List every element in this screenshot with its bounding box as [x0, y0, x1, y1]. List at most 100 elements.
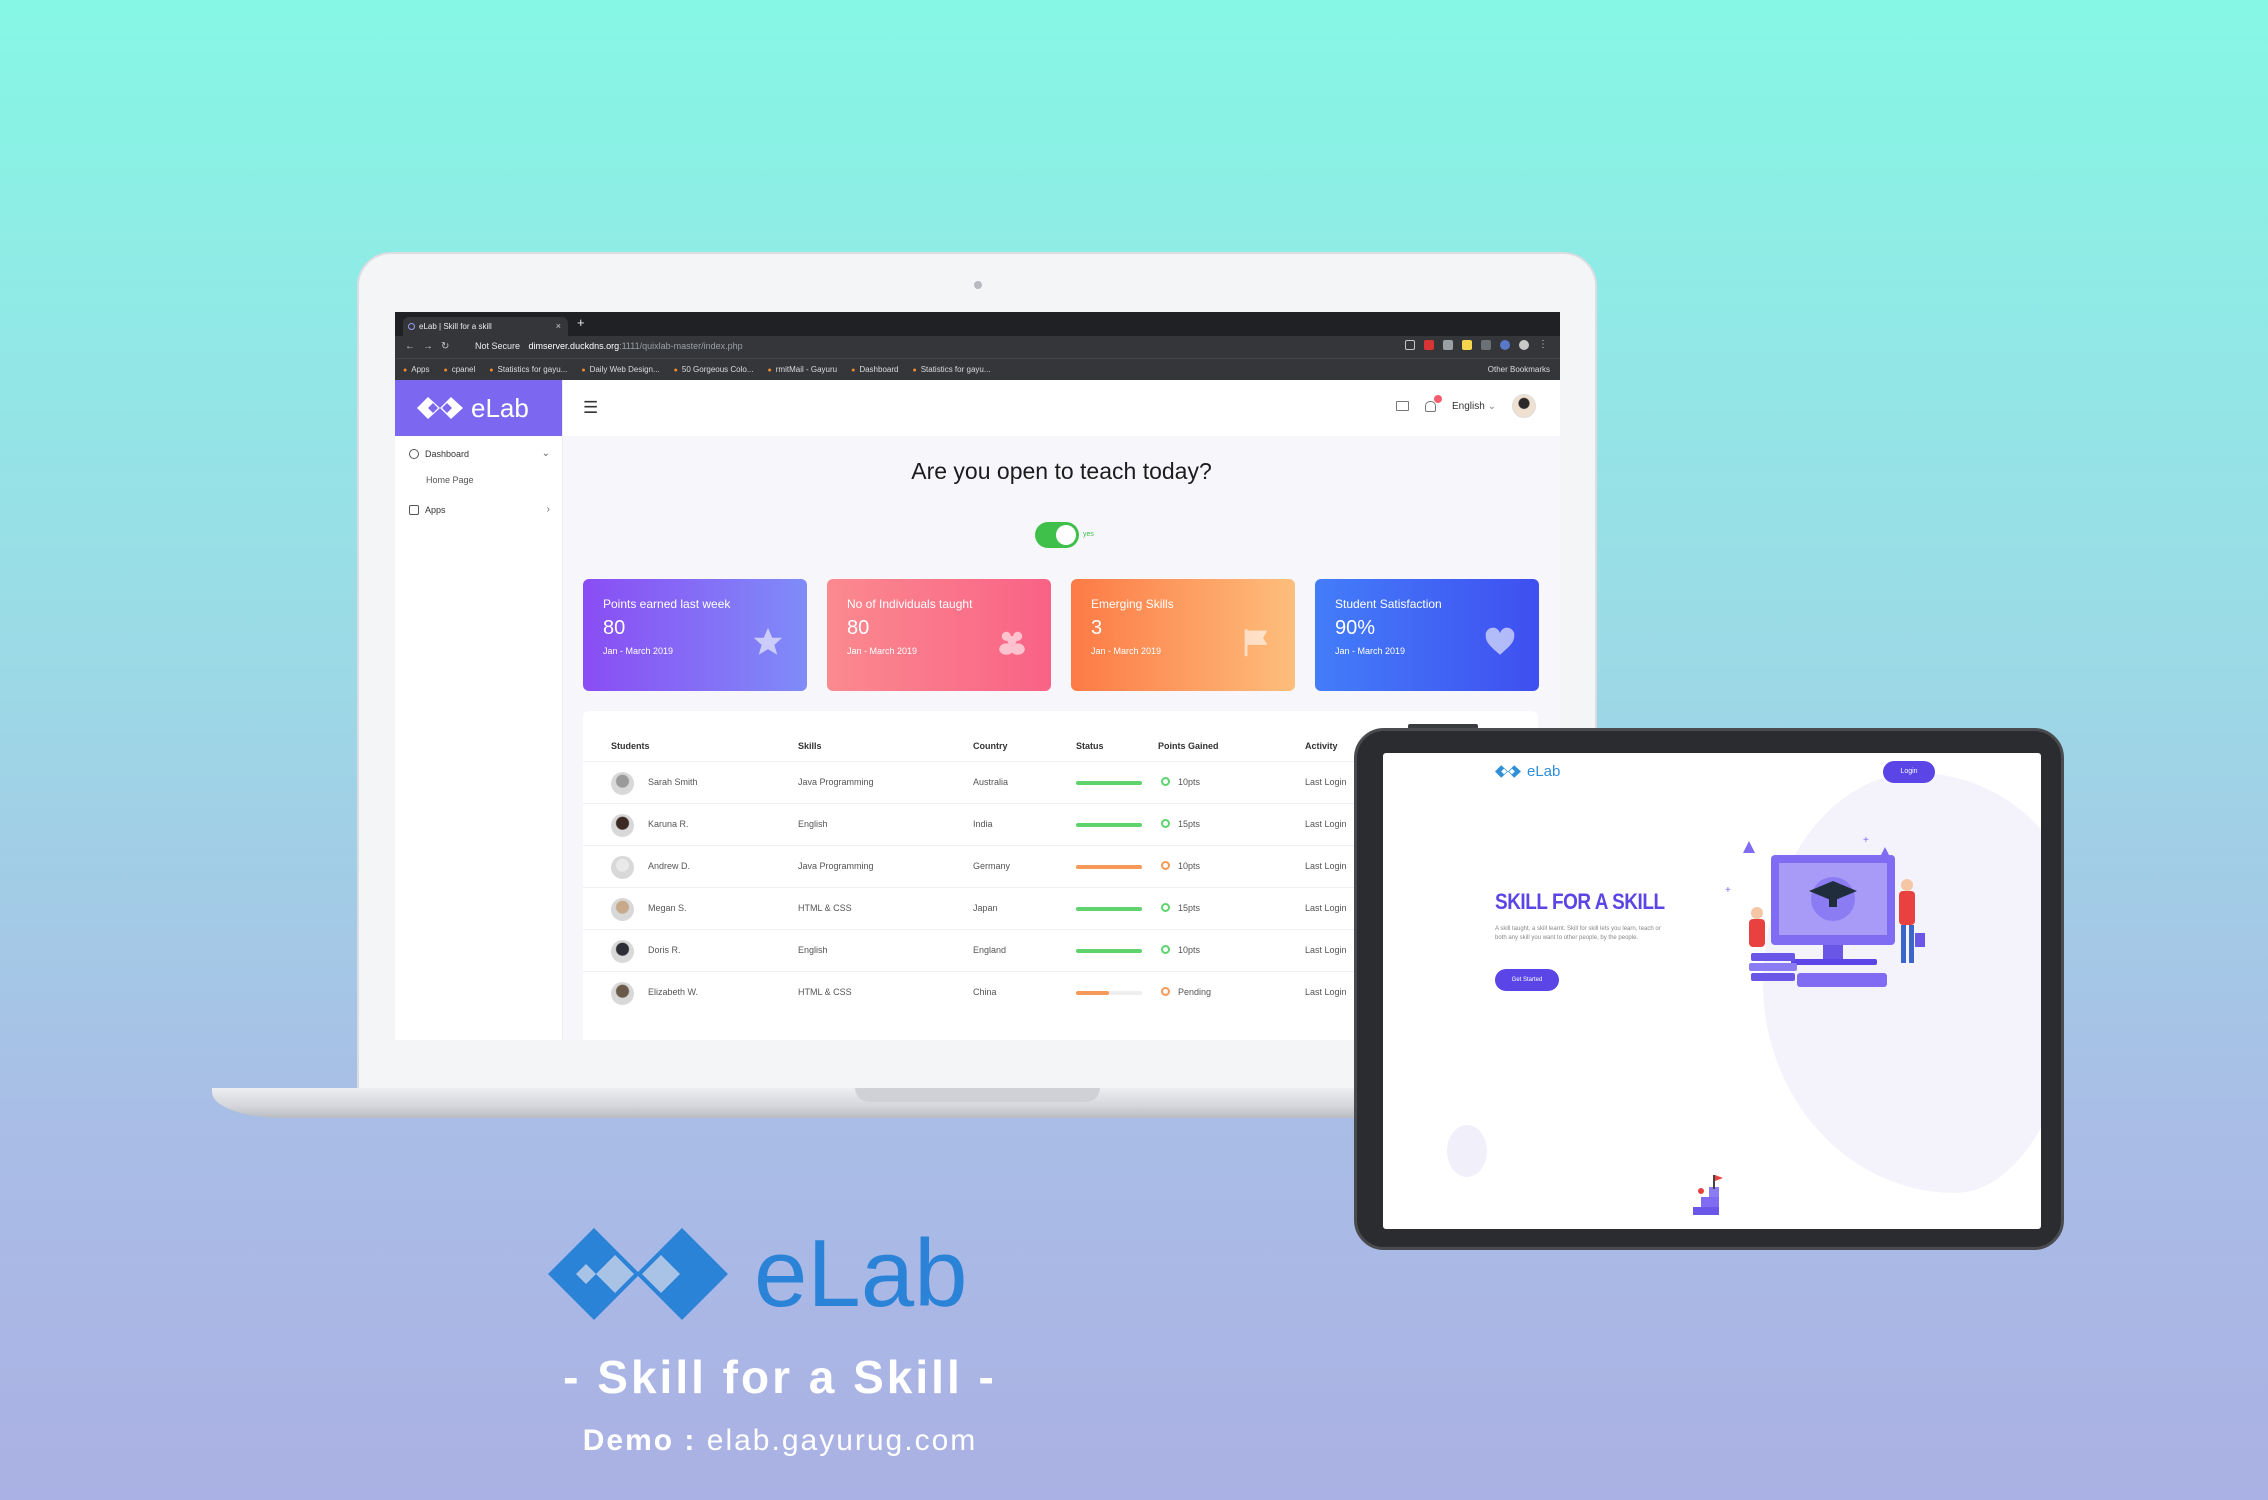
tab-title: eLab | Skill for a skill [419, 322, 492, 331]
extension-grey-icon[interactable] [1443, 340, 1453, 350]
toggle-label: yes [1083, 531, 1094, 538]
laptop-notch [855, 1088, 1100, 1102]
points-status-icon [1161, 987, 1170, 996]
login-button[interactable]: Login [1883, 761, 1935, 783]
table-header[interactable]: Skills [798, 741, 822, 751]
other-bookmarks[interactable]: Other Bookmarks [1488, 365, 1550, 374]
chevron-down-icon: ⌄ [541, 448, 550, 459]
sidebar: eLab Dashboard ⌄ Home Page Apps › [395, 380, 563, 1040]
demo-url[interactable]: elab.gayurug.com [707, 1424, 977, 1457]
footer-tagline: - Skill for a Skill - [563, 1351, 997, 1403]
table-header[interactable]: Country [973, 741, 1008, 751]
elab-large-logo-icon [548, 1228, 728, 1320]
student-avatar [611, 772, 634, 795]
tablet-frame: eLab Login SKILL FOR A SKILL A skill tau… [1354, 728, 2064, 1250]
skill-cell: English [798, 819, 828, 829]
table-header[interactable]: Status [1076, 741, 1104, 751]
notification-bell-icon[interactable] [1425, 394, 1443, 412]
browser-menu-icon[interactable]: ⋮ [1538, 340, 1548, 350]
points-cell: 10pts [1178, 861, 1201, 871]
bookmark-item[interactable]: 50 Gorgeous Colo... [674, 365, 754, 374]
chevron-right-icon: › [546, 504, 550, 515]
url-field[interactable]: Not Secure dimserver.duckdns.org:1111/qu… [475, 341, 743, 351]
table-header[interactable]: Points Gained [1158, 741, 1219, 751]
student-name: Megan S. [648, 903, 687, 913]
table-header[interactable]: Activity [1305, 741, 1338, 751]
activity-cell: Last Login [1305, 987, 1347, 997]
profile-icon[interactable] [1519, 340, 1529, 350]
stat-card[interactable]: Points earned last week 80 Jan - March 201… [583, 579, 807, 691]
points-cell: 10pts [1178, 945, 1201, 955]
bookmark-item[interactable]: Daily Web Design... [581, 365, 660, 374]
new-tab-button[interactable]: + [577, 315, 585, 330]
stat-card[interactable]: Student Satisfaction 90% Jan - March 2019 [1315, 579, 1539, 691]
stat-cards: Points earned last week 80 Jan - March 201… [583, 579, 1539, 691]
bookmark-item[interactable]: Apps [403, 365, 429, 374]
stat-card[interactable]: No of Individuals taught 80 Jan - March 20… [827, 579, 1051, 691]
bookmark-star-icon[interactable] [1405, 340, 1415, 350]
stairs-flag-illustration [1693, 1175, 1723, 1215]
activity-cell: Last Login [1305, 903, 1347, 913]
bookmark-item[interactable]: cpanel [443, 365, 476, 374]
card-title: Student Satisfaction [1335, 597, 1442, 611]
extension-mail-icon[interactable] [1481, 340, 1491, 350]
sidebar-subitem-home[interactable]: Home Page [395, 468, 562, 492]
skill-cell: HTML & CSS [798, 903, 852, 913]
student-avatar [611, 982, 634, 1005]
country-cell: China [973, 987, 997, 997]
student-name: Sarah Smith [648, 777, 698, 787]
mail-icon[interactable] [1396, 401, 1410, 411]
chevron-down-icon: ⌄ [1487, 400, 1496, 412]
sidebar-item-apps[interactable]: Apps › [395, 496, 562, 524]
education-illustration: + + [1725, 835, 1925, 987]
footer-wordmark: eLab [754, 1220, 968, 1327]
bookmark-item[interactable]: rmitMail - Gayuru [768, 365, 837, 374]
url-path: :1111/quixlab-master/index.php [619, 341, 743, 351]
demo-label: Demo : [582, 1424, 697, 1457]
points-status-icon [1161, 903, 1170, 912]
table-header[interactable]: Students [611, 741, 650, 751]
tablet-logo[interactable]: eLab [1495, 763, 1560, 780]
skill-cell: Java Programming [798, 777, 874, 787]
card-title: No of Individuals taught [847, 597, 973, 611]
bookmark-item[interactable]: Dashboard [851, 365, 898, 374]
status-progress-fill [1076, 907, 1142, 911]
browser-tab[interactable]: eLab | Skill for a skill × [403, 317, 568, 336]
hamburger-menu-icon[interactable]: ☰ [583, 398, 598, 418]
status-progress-fill [1076, 949, 1142, 953]
get-started-button[interactable]: Get Started [1495, 969, 1559, 991]
skill-cell: English [798, 945, 828, 955]
bookmarks-bar: Apps cpanel Statistics for gayu... Daily We… [395, 358, 1560, 380]
sidebar-item-label: Apps [425, 505, 446, 515]
extension-red-icon[interactable] [1424, 340, 1434, 350]
bookmark-list: Apps cpanel Statistics for gayu... Daily We… [403, 365, 991, 374]
stat-card[interactable]: Emerging Skills 3 Jan - March 2019 [1071, 579, 1295, 691]
student-name: Elizabeth W. [648, 987, 699, 997]
points-status-icon [1161, 777, 1170, 786]
toggle-knob [1056, 525, 1076, 545]
svg-text:+: + [1725, 885, 1731, 896]
language-selector[interactable]: English ⌄ [1452, 401, 1496, 412]
topbar: ☰ English ⌄ [563, 380, 1560, 436]
elab-logo-icon [417, 397, 463, 419]
points-cell: 10pts [1178, 777, 1201, 787]
teach-toggle[interactable] [1035, 522, 1079, 548]
sidebar-logo[interactable]: eLab [395, 380, 562, 436]
user-avatar[interactable] [1512, 394, 1536, 418]
sidebar-item-dashboard[interactable]: Dashboard ⌄ [395, 440, 562, 468]
points-cell: 15pts [1178, 819, 1201, 829]
browser-nav-icons[interactable]: ←→↻ [405, 341, 457, 352]
status-progress-fill [1076, 991, 1109, 995]
browser-tab-strip: eLab | Skill for a skill × + [395, 312, 1560, 336]
extension-yellow-icon[interactable] [1462, 340, 1472, 350]
bookmark-item[interactable]: Statistics for gayu... [912, 365, 991, 374]
security-indicator: Not Secure [475, 341, 521, 351]
country-cell: Germany [973, 861, 1011, 871]
flag-icon [1239, 625, 1273, 659]
skill-cell: Java Programming [798, 861, 874, 871]
bookmark-item[interactable]: Statistics for gayu... [489, 365, 568, 374]
country-cell: Japan [973, 903, 998, 913]
close-tab-icon[interactable]: × [556, 317, 561, 336]
extension-blue-icon[interactable] [1500, 340, 1510, 350]
status-progress-fill [1076, 865, 1142, 869]
